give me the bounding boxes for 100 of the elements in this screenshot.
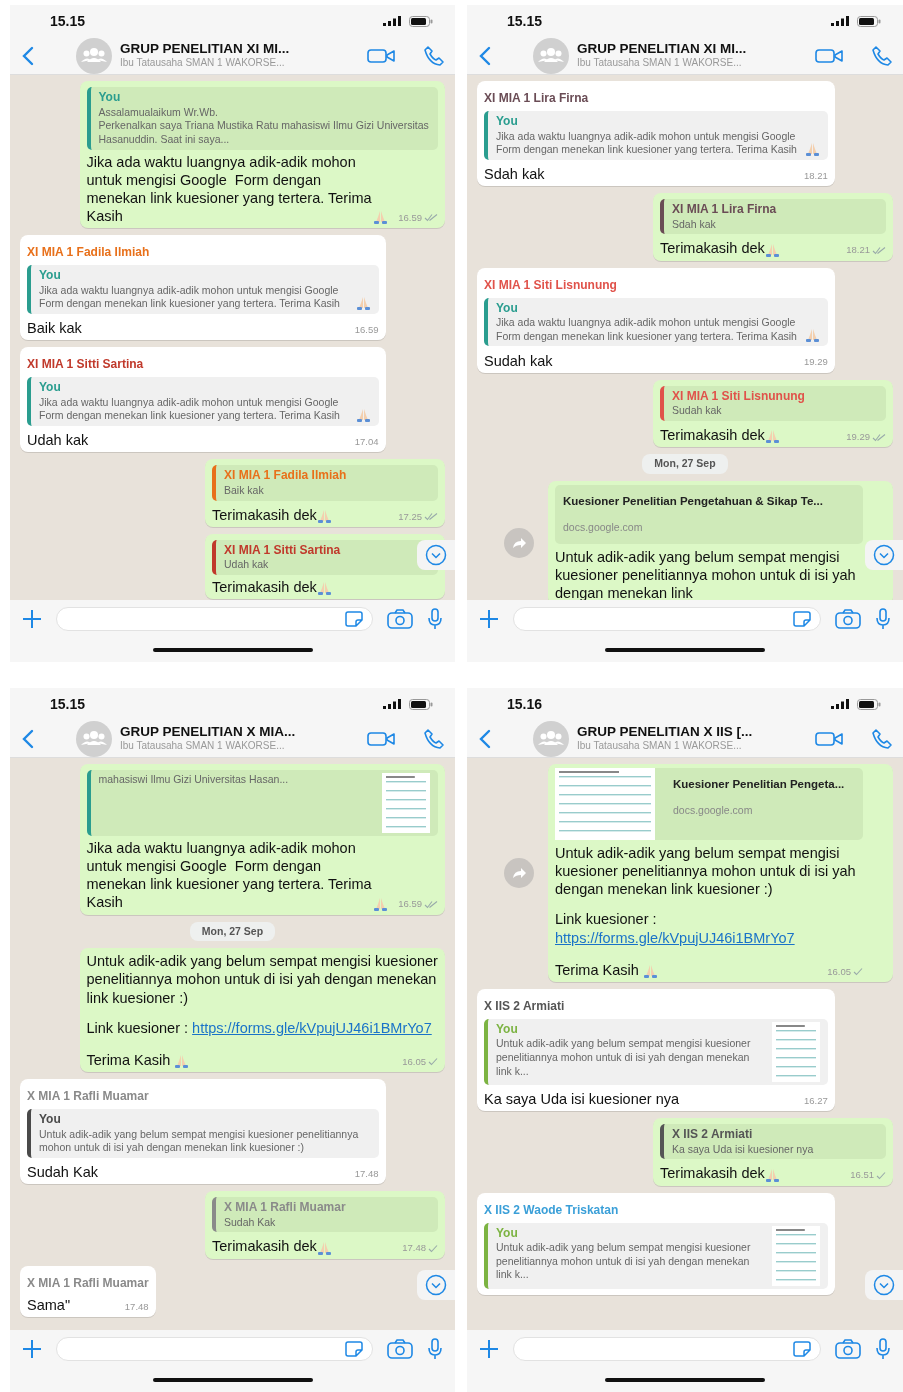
quote-author: You	[39, 380, 62, 396]
message-input-field[interactable]	[513, 607, 821, 631]
message-time: 18.21	[803, 168, 828, 183]
camera-icon[interactable]	[835, 609, 861, 629]
phone-call-icon[interactable]	[423, 727, 445, 750]
back-icon[interactable]	[20, 728, 36, 749]
quote-author: You	[496, 300, 519, 317]
video-call-icon[interactable]	[367, 47, 395, 64]
phone-call-icon[interactable]	[871, 727, 893, 750]
message-text: Sudah Kak	[27, 1163, 98, 1182]
quoted-message[interactable]: You Jika ada waktu luangnya adik-adik mohon untuk mengisi Google Form dengan menekan link kuesioner yang tertera. Terima Kasih	[484, 111, 828, 160]
microphone-icon[interactable]	[875, 608, 891, 630]
message-time: 16.27	[803, 1093, 828, 1108]
quoted-message[interactable]: mahasiswi Ilmu Gizi Universitas Hasan...	[86, 770, 438, 836]
camera-icon[interactable]	[387, 1339, 413, 1359]
message-time: 17.25	[398, 509, 422, 524]
quoted-message[interactable]: XI MIA 1 Lira Firna Sdah kak	[660, 199, 886, 235]
signal-icon	[383, 16, 401, 26]
signal-icon	[831, 699, 849, 709]
sticker-icon[interactable]	[345, 611, 363, 627]
chat-title[interactable]: GRUP PENELITIAN XI MI...	[577, 42, 807, 57]
quote-text: Sudah kak	[672, 404, 722, 418]
video-call-icon[interactable]	[815, 730, 843, 747]
message-text: Untuk adik-adik yang belum sempat mengisi kuesioner penelitiannya mohon untuk di isi yah dengan menekan link kuesioner :)	[86, 952, 438, 1007]
quoted-message[interactable]: XI MIA 1 Fadila Ilmiah Baik kak	[212, 465, 438, 501]
quote-author: X MIA 1 Rafli Muamar	[224, 1200, 347, 1216]
chat-title[interactable]: GRUP PENELITIAN X IIS [...	[577, 725, 807, 740]
sender-name: XI MIA 1 Siti Lisnunung	[484, 277, 617, 294]
quoted-message[interactable]: You Jika ada waktu luangnya adik-adik mohon untuk mengisi Google Form dengan menekan link kuesioner yang tertera. Terima Kasih	[484, 297, 828, 347]
message-text: Udah kak	[27, 431, 89, 450]
quoted-message[interactable]: XI MIA 1 Sitti Sartina Udah kak	[212, 539, 438, 575]
back-icon[interactable]	[477, 45, 493, 66]
message-input-field[interactable]	[56, 1337, 373, 1361]
message-text: Terimakasih dek	[660, 1164, 765, 1183]
message-link[interactable]: https://forms.gle/kVpujUJ46i1BMrYo7	[555, 928, 795, 947]
chat-members: Ibu Tatausaha SMAN 1 WAKORSE...	[120, 56, 286, 69]
quote-text: Sudah Kak	[224, 1215, 276, 1230]
message-text: Terimakasih dek	[212, 505, 317, 524]
message-time: 16.05	[827, 964, 851, 979]
video-call-icon[interactable]	[815, 47, 843, 64]
message-text: Link kuesioner :	[555, 910, 658, 929]
forward-icon[interactable]	[504, 857, 534, 888]
message-text: Sama"	[27, 1295, 71, 1314]
quoted-message[interactable]: You Jika ada waktu luangnya adik-adik mohon untuk mengisi Google Form dengan menekan link kuesioner yang tertera. Terima Kasih	[27, 265, 379, 314]
back-icon[interactable]	[477, 728, 493, 749]
chat-members: Ibu Tatausaha SMAN 1 WAKORSE...	[577, 56, 743, 69]
chat-title[interactable]: GRUP PENELITIAN XI MI...	[120, 42, 359, 57]
link-title: Kuesioner Penelitian Pengeta...	[673, 777, 846, 792]
message-input-field[interactable]	[513, 1337, 821, 1361]
status-time: 15.15	[50, 11, 86, 31]
sticker-icon[interactable]	[793, 611, 811, 627]
quote-text: Jika ada waktu luangnya adik-adik mohon untuk mengisi Google Form dengan menekan link kuesioner yang tertera. Terima Kasih	[496, 129, 798, 157]
video-call-icon[interactable]	[367, 730, 395, 747]
quoted-message[interactable]: XI MIA 1 Siti Lisnunung Sudah kak	[660, 385, 886, 421]
message-text: Ka saya Uda isi kuesioner nya	[484, 1090, 680, 1109]
quote-author: You	[39, 1112, 62, 1128]
sender-name: XI MIA 1 Lira Firna	[484, 91, 589, 107]
quote-author: XI MIA 1 Sitti Sartina	[224, 542, 342, 559]
phone-call-icon[interactable]	[423, 44, 445, 67]
plus-icon[interactable]	[22, 609, 42, 629]
quote-text: Jika ada waktu luangnya adik-adik mohon untuk mengisi Google Form dengan menekan link kuesioner yang tertera. Terima Kasih	[496, 316, 798, 344]
microphone-icon[interactable]	[875, 1338, 891, 1360]
scroll-down-button[interactable]	[865, 540, 903, 570]
quote-author: You	[496, 1021, 519, 1038]
sticker-icon[interactable]	[793, 1341, 811, 1357]
quoted-message[interactable]: You Assalamualaikum Wr.Wb. Perkenalkan saya Triana Mustika Ratu mahasiswi Ilmu Gizi Universitas Hasanuddin. Saat ini saya...	[86, 87, 438, 150]
plus-icon[interactable]	[22, 1339, 42, 1359]
plus-icon[interactable]	[479, 1339, 499, 1359]
message-time: 17.04	[354, 435, 379, 449]
message-time: 17.48	[402, 1241, 426, 1256]
signal-icon	[831, 16, 849, 26]
quote-author: XI MIA 1 Fadila Ilmiah	[224, 468, 348, 484]
quoted-message[interactable]: X IIS 2 Armiati Ka saya Uda isi kuesioner nya	[660, 1124, 886, 1160]
microphone-icon[interactable]	[427, 608, 443, 630]
phone-call-icon[interactable]	[871, 44, 893, 67]
sticker-icon[interactable]	[345, 1341, 363, 1357]
camera-icon[interactable]	[387, 609, 413, 629]
quoted-message[interactable]: You Untuk adik-adik yang belum sempat mengisi kuesioner penelitiannya mohon untuk di isi yah dengan menekan link k...	[484, 1222, 828, 1289]
forward-icon[interactable]	[504, 528, 534, 559]
plus-icon[interactable]	[479, 609, 499, 629]
link-title: Kuesioner Penelitian Pengetahuan & Sikap Te...	[563, 493, 824, 509]
quoted-message[interactable]: You Jika ada waktu luangnya adik-adik mohon untuk mengisi Google Form dengan menekan link kuesioner yang tertera. Terima Kasih	[27, 377, 379, 426]
message-link[interactable]: https://forms.gle/kVpujUJ46i1BMrYo7	[192, 1018, 432, 1037]
camera-icon[interactable]	[835, 1339, 861, 1359]
scroll-down-button[interactable]	[417, 1270, 455, 1300]
scroll-down-button[interactable]	[417, 540, 455, 570]
quoted-message[interactable]: You Untuk adik-adik yang belum sempat mengisi kuesioner penelitiannya mohon untuk di isi yah dengan menekan link k...	[484, 1018, 828, 1085]
link-preview[interactable]: Kuesioner Penelitian Pengetahuan & Sikap Te... docs.google.com	[555, 484, 863, 544]
microphone-icon[interactable]	[427, 1338, 443, 1360]
quoted-message[interactable]: You Untuk adik-adik yang belum sempat mengisi kuesioner penelitiannya mohon untuk di isi yah dengan menekan link kuesioner :)	[27, 1109, 379, 1158]
message-text: Terimakasih dek	[660, 239, 765, 258]
status-time: 15.15	[50, 694, 86, 714]
message-time: 17.48	[124, 1299, 149, 1314]
scroll-down-button[interactable]	[865, 1270, 903, 1300]
quote-text: Udah kak	[224, 558, 269, 572]
message-input-field[interactable]	[56, 607, 373, 631]
message-text: Sudah kak	[484, 351, 553, 370]
chat-title[interactable]: GRUP PENELITIAN X MIA...	[120, 725, 359, 740]
back-icon[interactable]	[20, 45, 36, 66]
quoted-message[interactable]: X MIA 1 Rafli Muamar Sudah Kak	[212, 1197, 438, 1233]
